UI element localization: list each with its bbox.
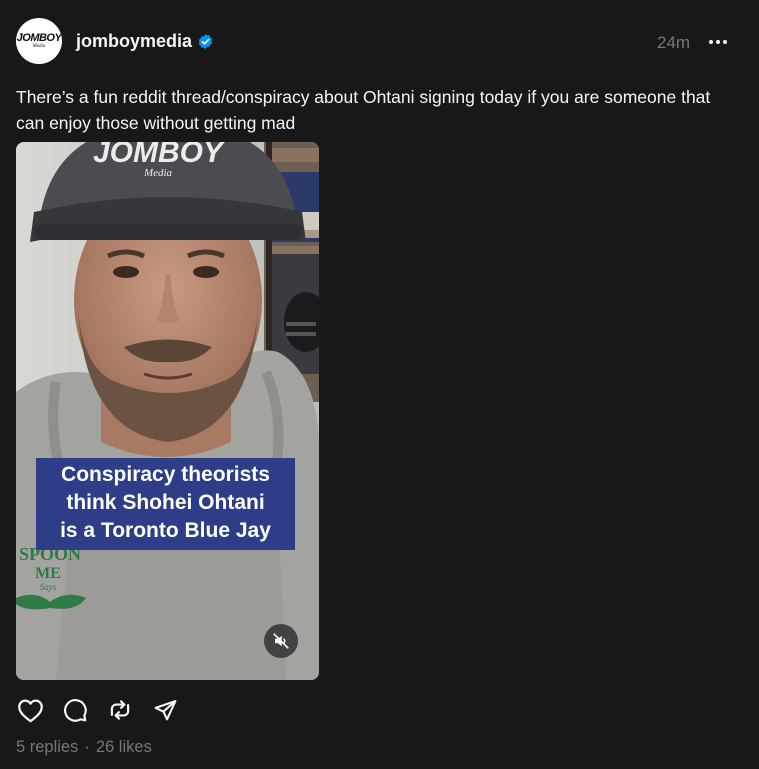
stats-separator: ·	[84, 738, 90, 756]
video-frame: JOMBOY Media SPOON ME Says	[16, 142, 319, 680]
overlay-line-1: Conspiracy theorists	[61, 463, 270, 486]
share-icon	[154, 699, 176, 720]
avatar-logo-subtext: Media	[32, 43, 46, 49]
post-caption: There’s a fun reddit thread/conspiracy a…	[16, 87, 711, 133]
repost-icon	[110, 700, 130, 720]
muted-speaker-icon	[273, 633, 289, 649]
shirt-text-2: ME	[35, 565, 61, 582]
like-button[interactable]	[16, 696, 44, 724]
post-stats: 5 replies · 26 likes	[16, 738, 152, 757]
video-caption-overlay: Conspiracy theorists think Shohei Ohtani…	[36, 458, 295, 550]
mute-toggle-button[interactable]	[264, 624, 298, 658]
avatar[interactable]: JOMBOY Media	[16, 18, 62, 64]
post-timestamp: 24m	[657, 33, 691, 52]
cap-logo-subtext: Media	[143, 167, 173, 179]
more-dots-icon	[709, 40, 727, 44]
share-button[interactable]	[151, 696, 179, 724]
avatar-logo-text: JOMBOY	[16, 31, 62, 44]
more-options-button[interactable]	[707, 32, 729, 52]
thread-post: JOMBOY Media jomboymedia 24m There’s a f…	[0, 0, 759, 769]
overlay-line-3: is a Toronto Blue Jay	[60, 519, 271, 542]
reply-button[interactable]	[61, 696, 89, 724]
replies-count-link[interactable]: 5 replies	[16, 738, 78, 756]
repost-button[interactable]	[106, 696, 134, 724]
shirt-text-3: Says	[40, 582, 57, 592]
comment-icon	[64, 699, 87, 722]
heart-icon	[17, 698, 43, 722]
verified-badge-icon	[198, 34, 213, 49]
overlay-line-2: think Shohei Ohtani	[66, 491, 265, 514]
likes-count-link[interactable]: 26 likes	[96, 738, 152, 756]
username[interactable]: jomboymedia	[76, 31, 192, 52]
cap-logo-text: JOMBOY	[93, 142, 226, 169]
video-player[interactable]: JOMBOY Media SPOON ME Says Conspiracy th…	[16, 142, 319, 680]
